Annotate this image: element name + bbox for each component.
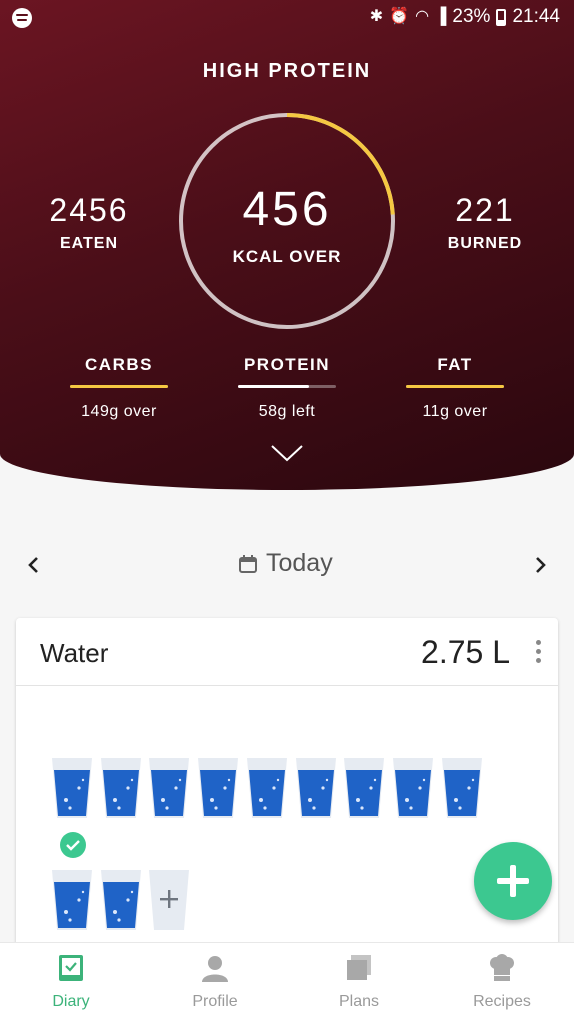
macro-bar [406,385,504,388]
diary-icon [56,953,86,983]
bluetooth-icon: ✱ [369,8,384,25]
macro-name: CARBS [85,355,153,374]
eaten-stat: 2456 EATEN [24,192,154,253]
water-glass-full[interactable] [342,756,386,820]
profile-icon [200,953,230,983]
water-glass-full[interactable] [196,756,240,820]
status-icons: ✱ ⏰ ◠ ▐ 23% 21:44 [370,6,560,28]
water-glass-full[interactable] [294,756,338,820]
nav-label: Profile [192,993,238,1010]
eaten-value: 2456 [49,192,129,228]
nav-plans[interactable]: Plans [309,953,409,1011]
nav-profile[interactable]: Profile [165,953,265,1011]
burned-value: 221 [455,192,515,228]
add-glass-button[interactable] [147,868,191,932]
burned-label: BURNED [447,235,523,252]
spotify-icon [12,8,32,28]
status-bar: ✱ ⏰ ◠ ▐ 23% 21:44 [0,0,574,36]
date-label: Today [266,549,333,577]
macro-name: FAT [437,355,473,374]
kcal-value: 456 [242,183,332,236]
macro-bar [238,385,336,388]
nav-label: Recipes [473,993,531,1010]
water-glass-full[interactable] [99,756,143,820]
kcal-label: KCAL OVER [232,247,342,266]
battery-percent: 23% [452,6,491,27]
nav-recipes[interactable]: Recipes [452,953,552,1011]
add-button[interactable] [474,842,552,920]
water-glass-full[interactable] [50,832,94,932]
macro-status: 58g left [258,403,316,420]
chevron-down-icon[interactable] [270,442,304,464]
plans-icon [344,953,374,983]
clock: 21:44 [512,6,560,27]
alarm-icon: ⏰ [389,8,410,25]
macro-bar-fill [70,385,168,388]
eaten-label: EATEN [59,235,119,252]
burned-stat: 221 BURNED [420,192,550,253]
water-glass-full[interactable] [50,756,94,820]
macro-bar-fill [238,385,309,388]
date-navigation: Today [0,545,574,585]
chevron-right-icon[interactable] [526,551,554,579]
water-title: Water [40,638,109,668]
wifi-icon: ◠ [415,8,430,25]
chevron-left-icon[interactable] [20,551,48,579]
nav-diary[interactable]: Diary [21,953,121,1011]
water-card-header: Water 2.75 L [16,618,558,686]
check-icon [60,832,86,858]
water-glass-full[interactable] [99,868,143,932]
water-glass-full[interactable] [245,756,289,820]
water-card: Water 2.75 L [16,618,558,958]
recipes-icon [487,953,517,983]
macro-bar-fill [406,385,504,388]
battery-icon [496,8,507,26]
date-selector[interactable]: Today [238,549,333,578]
macro-status: 11g over [422,403,488,420]
plan-title[interactable]: HIGH PROTEIN [0,60,574,83]
macro-name: PROTEIN [243,355,331,374]
macro-status: 149g over [81,403,157,420]
macro-protein: PROTEIN 58g left [227,355,347,421]
water-glass-full[interactable] [147,756,191,820]
signal-icon: ▐ [435,8,447,25]
macro-bar [70,385,168,388]
nav-label: Diary [52,993,90,1010]
water-glass-full[interactable] [391,756,435,820]
summary-header: ✱ ⏰ ◠ ▐ 23% 21:44 HIGH PROTEIN 456 KCAL … [0,0,574,490]
calendar-icon [239,554,257,573]
more-vertical-icon[interactable] [534,640,542,666]
macro-carbs: CARBS 149g over [59,355,179,421]
macro-fat: FAT 11g over [395,355,515,421]
water-amount: 2.75 L [421,634,510,670]
bottom-navigation: Diary Profile Plans Recipes [0,942,574,1020]
nav-label: Plans [338,993,380,1010]
water-glass-full[interactable] [440,756,484,820]
